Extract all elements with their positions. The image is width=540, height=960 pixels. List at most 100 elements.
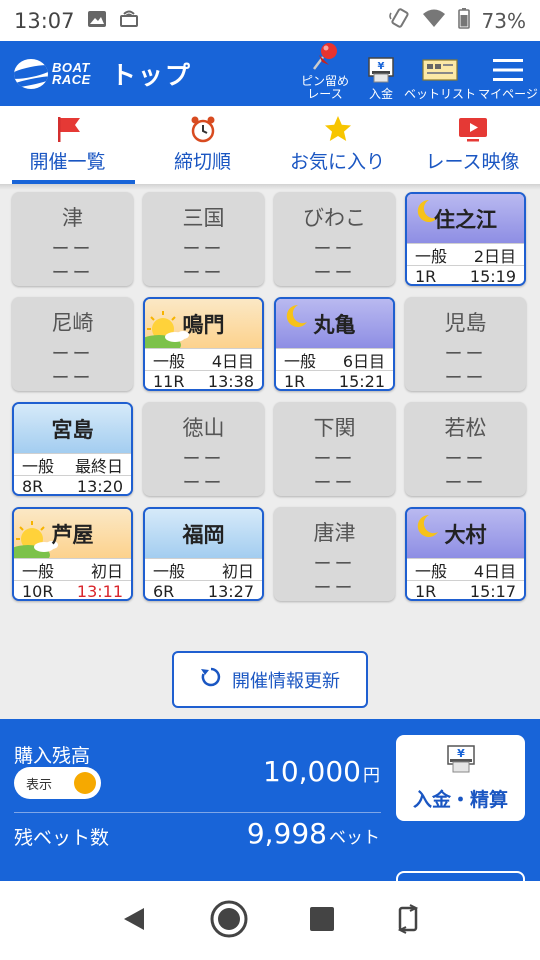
meet-day: 4日目 (473, 561, 516, 581)
deadline-time: 13:20 (76, 477, 123, 496)
venue-name: 福岡 (182, 522, 225, 547)
tab-race-video[interactable]: レース映像 (405, 106, 540, 184)
battery-percent: 73% (481, 8, 526, 33)
venue-tile: 児島 ーー ーー (405, 297, 526, 391)
venue-name: びわこ (303, 206, 366, 230)
venue-tile: 若松 ーー ーー (405, 402, 526, 496)
deadline-time: 13:27 (207, 582, 254, 601)
meet-day: 4日目 (211, 351, 254, 371)
venue-tile[interactable]: 鳴門 一般 4日目 11R 13:38 (143, 297, 264, 391)
venue-tile[interactable]: 大村一般 4日目 1R 15:17 (405, 507, 526, 601)
video-icon (457, 113, 489, 145)
venue-name: 尼崎 (51, 311, 94, 335)
gallery-icon (87, 9, 107, 33)
page-title: トップ (110, 60, 192, 90)
race-placeholder: ーー (313, 239, 356, 260)
race-placeholder: ーー (444, 344, 487, 365)
balance-amount: 10,000 円 (263, 755, 380, 788)
venue-tile: 徳山 ーー ーー (143, 402, 264, 496)
venue-race-row: 6R 13:27 (145, 580, 262, 601)
toggle-label: 表示 (26, 777, 53, 793)
home-icon[interactable] (209, 899, 249, 943)
tab-schedule[interactable]: 開催一覧 (0, 106, 135, 184)
venue-header: 丸亀 (276, 299, 393, 348)
race-placeholder: ーー (313, 449, 356, 470)
race-number: 11R (153, 372, 185, 391)
pushpin-icon (309, 41, 341, 73)
moon-icon (411, 512, 441, 546)
tab-bar: 開催一覧 締切順 お気に入り レース映像 (0, 106, 540, 184)
venue-header: 大村 (407, 509, 524, 558)
balance-label: 購入残高 (14, 745, 91, 767)
venue-race-row: 1R 15:19 (407, 265, 524, 286)
toggle-knob (74, 772, 96, 794)
venue-name: 下関 (313, 416, 356, 440)
venue-tile[interactable]: 丸亀 一般 6日目 1R 15:21 (274, 297, 395, 391)
venue-race-row: 11R 13:38 (145, 370, 262, 391)
svg-text:¥: ¥ (457, 747, 465, 760)
race-grade: 一般 (153, 561, 186, 581)
venue-race-row: 8R 13:20 (14, 475, 131, 496)
balance-display-toggle[interactable]: 表示 (14, 767, 101, 799)
deadline-time: 13:38 (207, 372, 254, 391)
meet-day: 初日 (221, 561, 254, 581)
race-grade: 一般 (284, 351, 317, 371)
pin-race-button[interactable]: ピン留め レース (292, 41, 358, 104)
meet-day: 初日 (90, 561, 123, 581)
my-page-button[interactable]: マイページ (476, 54, 540, 104)
venue-name: 唐津 (313, 521, 356, 545)
time-placeholder: ーー (444, 473, 487, 494)
venue-tile[interactable]: 宮島 一般 最終日 8R 13:20 (12, 402, 133, 496)
venue-grade-row: 一般 2日目 (407, 243, 524, 266)
venue-tile[interactable]: 福岡一般 初日 6R 13:27 (143, 507, 264, 601)
venue-tile[interactable]: 住之江一般 2日目 1R 15:19 (405, 192, 526, 286)
deposit-header-button[interactable]: ¥ 入金 (358, 54, 404, 104)
recents-icon[interactable] (309, 906, 335, 936)
wifi-icon (422, 8, 446, 33)
venue-name: 津 (62, 206, 83, 230)
refresh-button[interactable]: 開催情報更新 (172, 651, 368, 708)
deadline-time: 15:19 (469, 267, 516, 286)
back-icon[interactable] (120, 905, 148, 937)
bet-list-button[interactable]: ベットリスト (404, 54, 476, 104)
race-placeholder: ーー (444, 449, 487, 470)
balance-divider (14, 812, 381, 813)
venue-tile: 尼崎 ーー ーー (12, 297, 133, 391)
venue-name: 大村 (444, 522, 487, 547)
race-placeholder: ーー (51, 239, 94, 260)
yen-atm-icon: ¥ (444, 744, 478, 779)
race-number: 1R (415, 267, 437, 286)
tab-favorites[interactable]: お気に入り (270, 106, 405, 184)
venue-name: 鳴門 (182, 312, 225, 337)
race-placeholder: ーー (313, 554, 356, 575)
boatrace-logo[interactable]: BOAT RACE (14, 58, 91, 89)
venue-tile: 唐津 ーー ーー (274, 507, 395, 601)
time-placeholder: ーー (313, 473, 356, 494)
tab-deadline[interactable]: 締切順 (135, 106, 270, 184)
time-placeholder: ーー (182, 473, 225, 494)
deadline-time: 15:17 (469, 582, 516, 601)
system-nav-bar (0, 881, 540, 960)
moon-icon (280, 302, 310, 336)
flag-icon (53, 113, 83, 145)
venue-race-row: 1R 15:17 (407, 580, 524, 601)
race-grade: 一般 (415, 246, 448, 266)
meet-day: 最終日 (74, 456, 123, 476)
venue-tile[interactable]: 芦屋 一般 初日 10R 13:11 (12, 507, 133, 601)
remaining-bets-count: 9,998 ベット (246, 817, 380, 850)
svg-text:¥: ¥ (378, 61, 385, 72)
venue-header: 住之江 (407, 194, 524, 243)
alarm-clock-icon (188, 113, 218, 145)
rotate-icon[interactable] (396, 903, 420, 938)
venue-tile: 三国 ーー ーー (143, 192, 264, 286)
venue-header: 芦屋 (14, 509, 131, 565)
refresh-label: 開催情報更新 (232, 670, 340, 692)
venue-tile: 下関 ーー ーー (274, 402, 395, 496)
ticket-icon (420, 54, 460, 86)
venue-name: 住之江 (434, 207, 497, 232)
deadline-time: 15:21 (338, 372, 385, 391)
race-grade: 一般 (415, 561, 448, 581)
race-number: 6R (153, 582, 175, 601)
deposit-settle-button[interactable]: ¥ 入金・精算 (396, 735, 525, 821)
time-placeholder: ーー (444, 368, 487, 389)
